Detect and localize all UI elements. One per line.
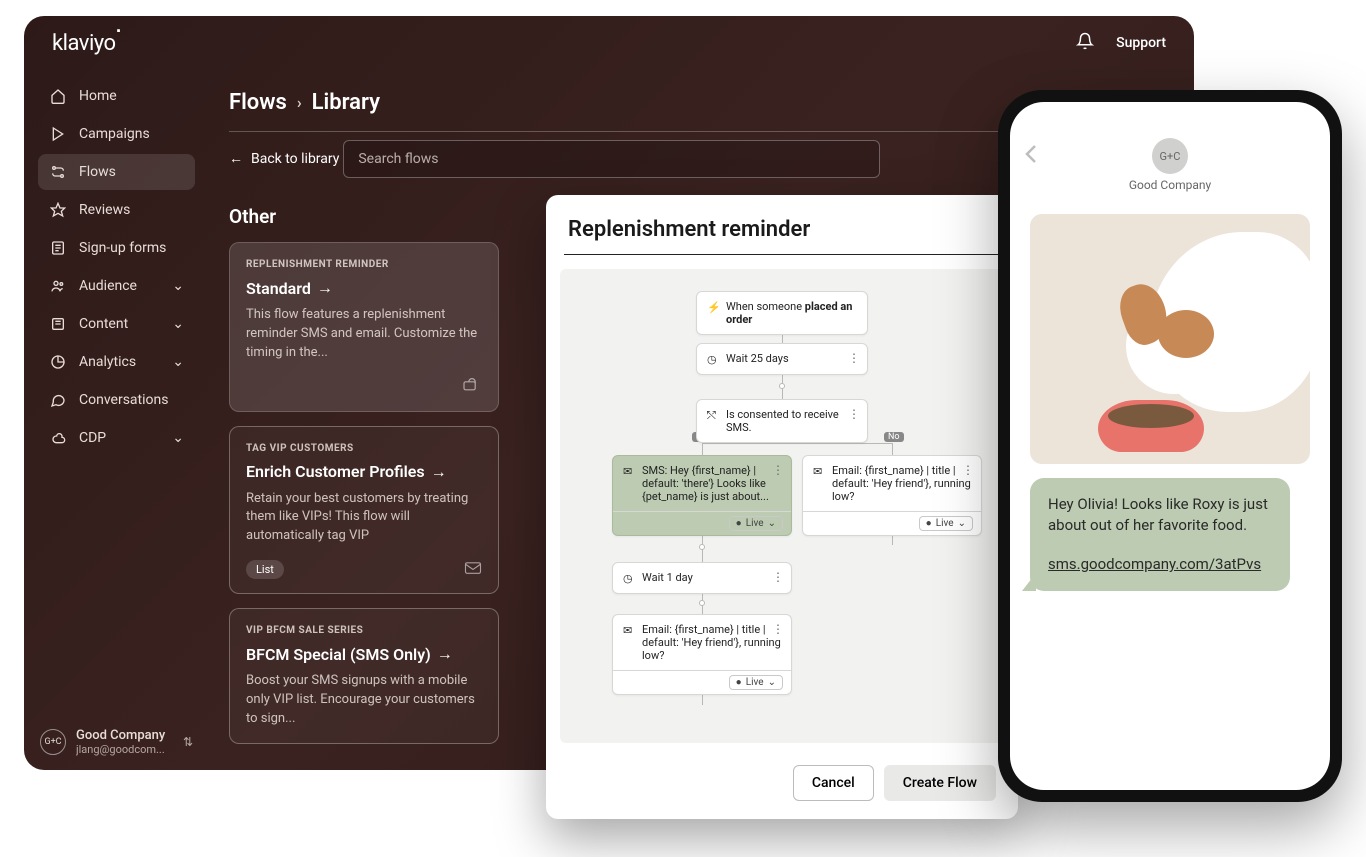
account-name: Good Company	[76, 728, 173, 743]
search-flows-input[interactable]	[343, 140, 880, 178]
flow-canvas[interactable]: Yes No ⚡When someone placed an order ◷Wa…	[560, 269, 1004, 743]
card-eyebrow: TAG VIP CUSTOMERS	[246, 443, 482, 454]
nav-reviews[interactable]: Reviews	[38, 192, 195, 228]
clock-icon: ◷	[707, 353, 719, 366]
nav-analytics[interactable]: Analytics ⌄	[38, 344, 195, 380]
nav-signup-forms[interactable]: Sign-up forms	[38, 230, 195, 266]
connector	[702, 443, 892, 444]
account-email: jlang@goodcom...	[76, 743, 173, 756]
bell-icon[interactable]	[1076, 32, 1094, 54]
node-menu-icon[interactable]: ⋮	[962, 463, 974, 477]
cancel-button[interactable]: Cancel	[793, 765, 874, 801]
account-switcher[interactable]: G+C Good Company jlang@goodcom... ⇅	[38, 722, 195, 762]
back-to-library[interactable]: ← Back to library	[229, 150, 339, 167]
arrow-right-icon: →	[317, 278, 333, 298]
breadcrumb-library: Library	[312, 90, 380, 115]
clock-icon: ◷	[623, 572, 635, 585]
create-flow-button[interactable]: Create Flow	[884, 765, 996, 801]
email-icon: ✉	[623, 624, 635, 637]
branch-no-label: No	[884, 432, 904, 442]
modal-title: Replenishment reminder	[546, 195, 1018, 254]
phone-preview: G+C Good Company Hey Olivia! Looks like …	[998, 90, 1342, 802]
email-icon: ✉	[813, 465, 825, 478]
list-chip: List	[246, 560, 284, 579]
bolt-icon: ⚡	[707, 301, 719, 314]
sms-node[interactable]: ✉SMS: Hey {first_name} | default: 'there…	[612, 455, 792, 536]
nav-content[interactable]: Content ⌄	[38, 306, 195, 342]
card-eyebrow: VIP BFCM SALE SERIES	[246, 625, 482, 636]
trigger-node[interactable]: ⚡When someone placed an order	[696, 291, 868, 335]
support-link[interactable]: Support	[1116, 35, 1166, 51]
star-icon	[49, 202, 67, 218]
contact-avatar: G+C	[1152, 138, 1188, 174]
card-description: Retain your best customers by treating t…	[246, 490, 482, 547]
mms-image	[1030, 214, 1310, 464]
account-avatar: G+C	[40, 729, 66, 755]
email-node-2[interactable]: ✉Email: {first_name} | title | default: …	[612, 614, 792, 695]
chevron-down-icon: ⌄	[172, 430, 184, 446]
consent-node[interactable]: ⤲Is consented to receive SMS. ⋮	[696, 399, 868, 443]
audience-icon	[49, 278, 67, 294]
connector	[892, 443, 893, 455]
cdp-icon	[49, 430, 67, 446]
card-title: Enrich Customer Profiles→	[246, 462, 482, 482]
node-menu-icon[interactable]: ⋮	[848, 407, 860, 421]
card-description: This flow features a replenishment remin…	[246, 306, 482, 363]
status-live[interactable]: ● Live ⌄	[803, 511, 981, 535]
card-title: BFCM Special (SMS Only)→	[246, 644, 482, 664]
phone-back-icon[interactable]	[1024, 144, 1038, 168]
content-icon	[49, 316, 67, 332]
wait-1-node[interactable]: ◷Wait 1 day ⋮	[612, 562, 792, 594]
nav-flows[interactable]: Flows	[38, 154, 195, 190]
flows-icon	[49, 164, 67, 180]
home-icon	[49, 88, 67, 104]
card-description: Boost your SMS signups with a mobile onl…	[246, 672, 482, 729]
card-eyebrow: REPLENISHMENT REMINDER	[246, 259, 482, 270]
arrow-left-icon: ←	[229, 150, 243, 167]
form-icon	[49, 240, 67, 256]
nav-cdp[interactable]: CDP ⌄	[38, 420, 195, 456]
conversations-icon	[49, 392, 67, 408]
email-node[interactable]: ✉Email: {first_name} | title | default: …	[802, 455, 982, 536]
chevron-down-icon: ⌄	[172, 354, 184, 370]
flow-card-replenishment[interactable]: REPLENISHMENT REMINDER Standard→ This fl…	[229, 242, 499, 412]
node-menu-icon[interactable]: ⋮	[772, 463, 784, 477]
connector	[702, 443, 703, 455]
nav-home[interactable]: Home	[38, 78, 195, 114]
status-live[interactable]: ● Live ⌄	[613, 670, 791, 694]
node-menu-icon[interactable]: ⋮	[772, 570, 784, 584]
sms-email-icon	[462, 377, 482, 397]
arrow-right-icon: →	[431, 462, 447, 482]
chevron-down-icon: ⌄	[172, 316, 184, 332]
app-header: klaviyo▪ Support	[24, 16, 1194, 70]
sms-text: Hey Olivia! Looks like Roxy is just abou…	[1048, 495, 1268, 534]
flow-preview-modal: Replenishment reminder Yes No ⚡When some…	[546, 195, 1018, 819]
flow-card-bfcm[interactable]: VIP BFCM SALE SERIES BFCM Special (SMS O…	[229, 608, 499, 744]
expand-icon: ⇅	[183, 735, 193, 749]
campaigns-icon	[49, 126, 67, 142]
sms-bubble: Hey Olivia! Looks like Roxy is just abou…	[1030, 478, 1290, 591]
arrow-right-icon: →	[437, 644, 453, 664]
card-title: Standard→	[246, 278, 482, 298]
chevron-right-icon: ›	[297, 93, 302, 112]
node-menu-icon[interactable]: ⋮	[772, 622, 784, 636]
nav-audience[interactable]: Audience ⌄	[38, 268, 195, 304]
sidebar: Home Campaigns Flows Reviews Sign-up for…	[24, 70, 209, 770]
sms-link[interactable]: sms.goodcompany.com/3atPvs	[1048, 554, 1272, 575]
logo: klaviyo▪	[52, 30, 119, 56]
flow-card-vip[interactable]: TAG VIP CUSTOMERS Enrich Customer Profil…	[229, 426, 499, 595]
analytics-icon	[49, 354, 67, 370]
status-live[interactable]: ● Live ⌄	[613, 511, 791, 535]
chevron-down-icon: ⌄	[172, 278, 184, 294]
split-icon: ⤲	[707, 409, 719, 423]
nav-campaigns[interactable]: Campaigns	[38, 116, 195, 152]
divider	[564, 254, 1000, 255]
node-menu-icon[interactable]: ⋮	[848, 351, 860, 365]
contact-name: Good Company	[1129, 178, 1211, 192]
email-icon	[464, 560, 482, 579]
nav-conversations[interactable]: Conversations	[38, 382, 195, 418]
wait-25-node[interactable]: ◷Wait 25 days ⋮	[696, 343, 868, 375]
breadcrumb-flows[interactable]: Flows	[229, 90, 287, 115]
sms-icon: ✉	[623, 465, 635, 478]
